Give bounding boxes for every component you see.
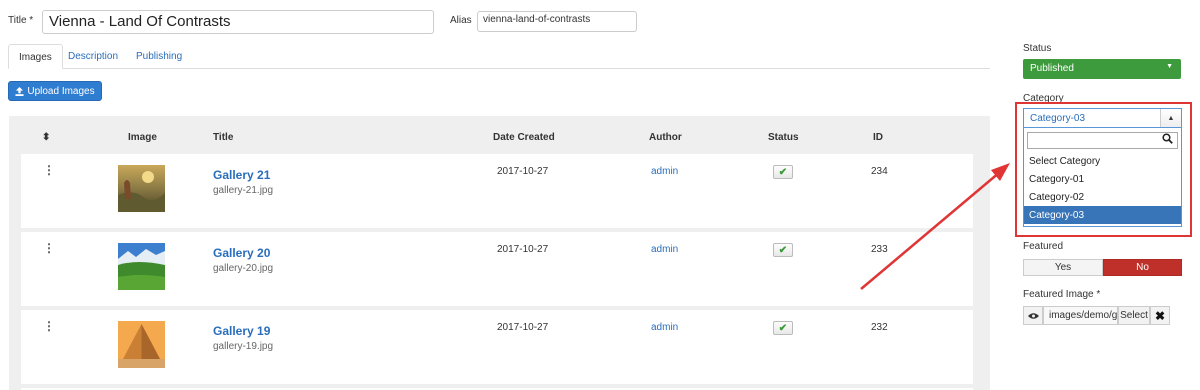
row-id: 232	[871, 322, 888, 333]
header-image: Image	[128, 132, 157, 143]
caret-down-icon: ▼	[1166, 63, 1173, 70]
preview-eye-icon[interactable]	[1023, 306, 1043, 325]
title-input[interactable]: Vienna - Land Of Contrasts	[42, 10, 434, 34]
sort-header-icon[interactable]: ⬍	[42, 132, 50, 143]
row-filename: gallery-20.jpg	[213, 263, 274, 274]
drag-handle-icon[interactable]: ⋮	[43, 163, 55, 177]
thumbnail-gallery-20[interactable]	[118, 243, 165, 290]
row-title[interactable]: Gallery 21	[213, 168, 270, 182]
header-author[interactable]: Author	[649, 132, 682, 143]
tab-publishing[interactable]: Publishing	[126, 44, 192, 69]
upload-images-button[interactable]: Upload Images	[8, 81, 102, 101]
drag-handle-icon[interactable]: ⋮	[43, 241, 55, 255]
row-title[interactable]: Gallery 20	[213, 246, 270, 260]
upload-icon	[15, 86, 24, 96]
title-label: Title *	[8, 15, 34, 26]
row-filename: gallery-21.jpg	[213, 185, 274, 196]
check-icon: ✔	[778, 244, 788, 256]
status-select[interactable]: Published ▼	[1023, 59, 1181, 79]
row-date: 2017-10-27	[497, 244, 549, 255]
header-date-created[interactable]: Date Created	[493, 132, 555, 143]
header-status[interactable]: Status	[768, 132, 799, 143]
category-highlight-box	[1015, 102, 1192, 237]
row-date: 2017-10-27	[497, 322, 549, 333]
status-published-toggle[interactable]: ✔	[773, 243, 793, 257]
drag-handle-icon[interactable]: ⋮	[43, 319, 55, 333]
alias-input[interactable]: vienna-land-of-contrasts	[477, 11, 637, 32]
featured-image-path: images/demo/g	[1043, 306, 1118, 325]
status-select-value: Published	[1030, 63, 1074, 74]
row-author[interactable]: admin	[651, 244, 678, 255]
status-published-toggle[interactable]: ✔	[773, 321, 793, 335]
featured-label: Featured	[1023, 241, 1064, 252]
status-label: Status	[1023, 43, 1052, 54]
row-id: 233	[871, 244, 888, 255]
row-author[interactable]: admin	[651, 166, 678, 177]
featured-image-label: Featured Image *	[1023, 289, 1101, 300]
featured-image-select-button[interactable]: Select	[1118, 306, 1150, 325]
tab-images[interactable]: Images	[8, 44, 63, 69]
row-title[interactable]: Gallery 19	[213, 324, 270, 338]
header-id[interactable]: ID	[873, 132, 883, 143]
row-author[interactable]: admin	[651, 322, 678, 333]
thumbnail-gallery-19[interactable]	[118, 321, 165, 368]
row-filename: gallery-19.jpg	[213, 341, 274, 352]
tab-description[interactable]: Description	[58, 44, 128, 69]
featured-no-button[interactable]: No	[1103, 259, 1182, 276]
alias-label: Alias	[450, 15, 472, 26]
status-published-toggle[interactable]: ✔	[773, 165, 793, 179]
row-id: 234	[871, 166, 888, 177]
clear-icon[interactable]: ✖	[1150, 306, 1170, 325]
header-title[interactable]: Title	[213, 132, 233, 143]
check-icon: ✔	[778, 322, 788, 334]
upload-images-label: Upload Images	[27, 85, 95, 97]
thumbnail-gallery-21[interactable]	[118, 165, 165, 212]
featured-yes-button[interactable]: Yes	[1023, 259, 1103, 276]
row-date: 2017-10-27	[497, 166, 549, 177]
check-icon: ✔	[778, 166, 788, 178]
